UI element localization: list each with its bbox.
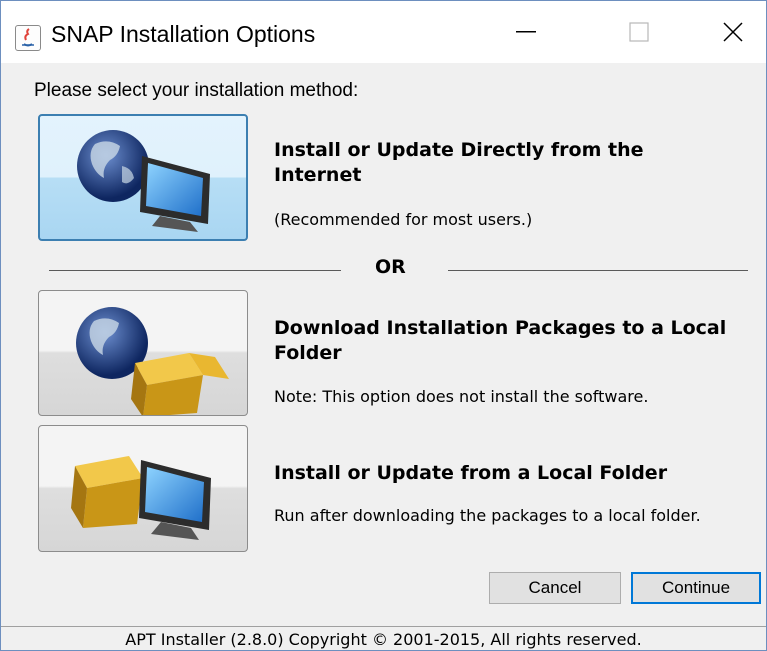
window-title: SNAP Installation Options [51, 21, 316, 47]
method-prompt: Please select your installation method: [34, 80, 359, 101]
installer-window: SNAP Installation Options Please select … [0, 0, 767, 651]
or-separator: OR [375, 256, 406, 278]
box-monitor-icon [71, 456, 211, 540]
local-folder-option-title: Install or Update from a Local Folder [274, 462, 668, 484]
download-packages-button[interactable] [38, 290, 248, 416]
dialog-content: Please select your installation method: [1, 63, 766, 626]
globe-monitor-icon [77, 130, 210, 232]
maximize-button[interactable] [607, 1, 671, 63]
download-option-title: Download Installation Packages to a Loca… [274, 317, 727, 364]
title-bar[interactable]: SNAP Installation Options [1, 1, 766, 63]
internet-option-description: (Recommended for most users.) [274, 210, 533, 229]
cancel-button[interactable]: Cancel [489, 572, 621, 604]
close-icon [723, 22, 743, 42]
continue-button[interactable]: Continue [631, 572, 761, 604]
globe-box-icon [76, 307, 229, 415]
minimize-button[interactable] [494, 1, 558, 63]
minimize-icon [516, 31, 536, 33]
local-folder-option-description: Run after downloading the packages to a … [274, 506, 701, 525]
install-from-internet-button[interactable] [38, 114, 248, 241]
internet-option-title: Install or Update Directly from the Inte… [274, 139, 644, 186]
separator-line-left [49, 270, 341, 271]
close-button[interactable] [701, 1, 765, 63]
maximize-icon [629, 22, 649, 42]
download-option-description: Note: This option does not install the s… [274, 387, 649, 406]
java-app-icon [15, 25, 41, 51]
install-from-local-folder-button[interactable] [38, 425, 248, 552]
separator-line-right [448, 270, 748, 271]
copyright-footer: APT Installer (2.8.0) Copyright © 2001-2… [1, 626, 766, 650]
